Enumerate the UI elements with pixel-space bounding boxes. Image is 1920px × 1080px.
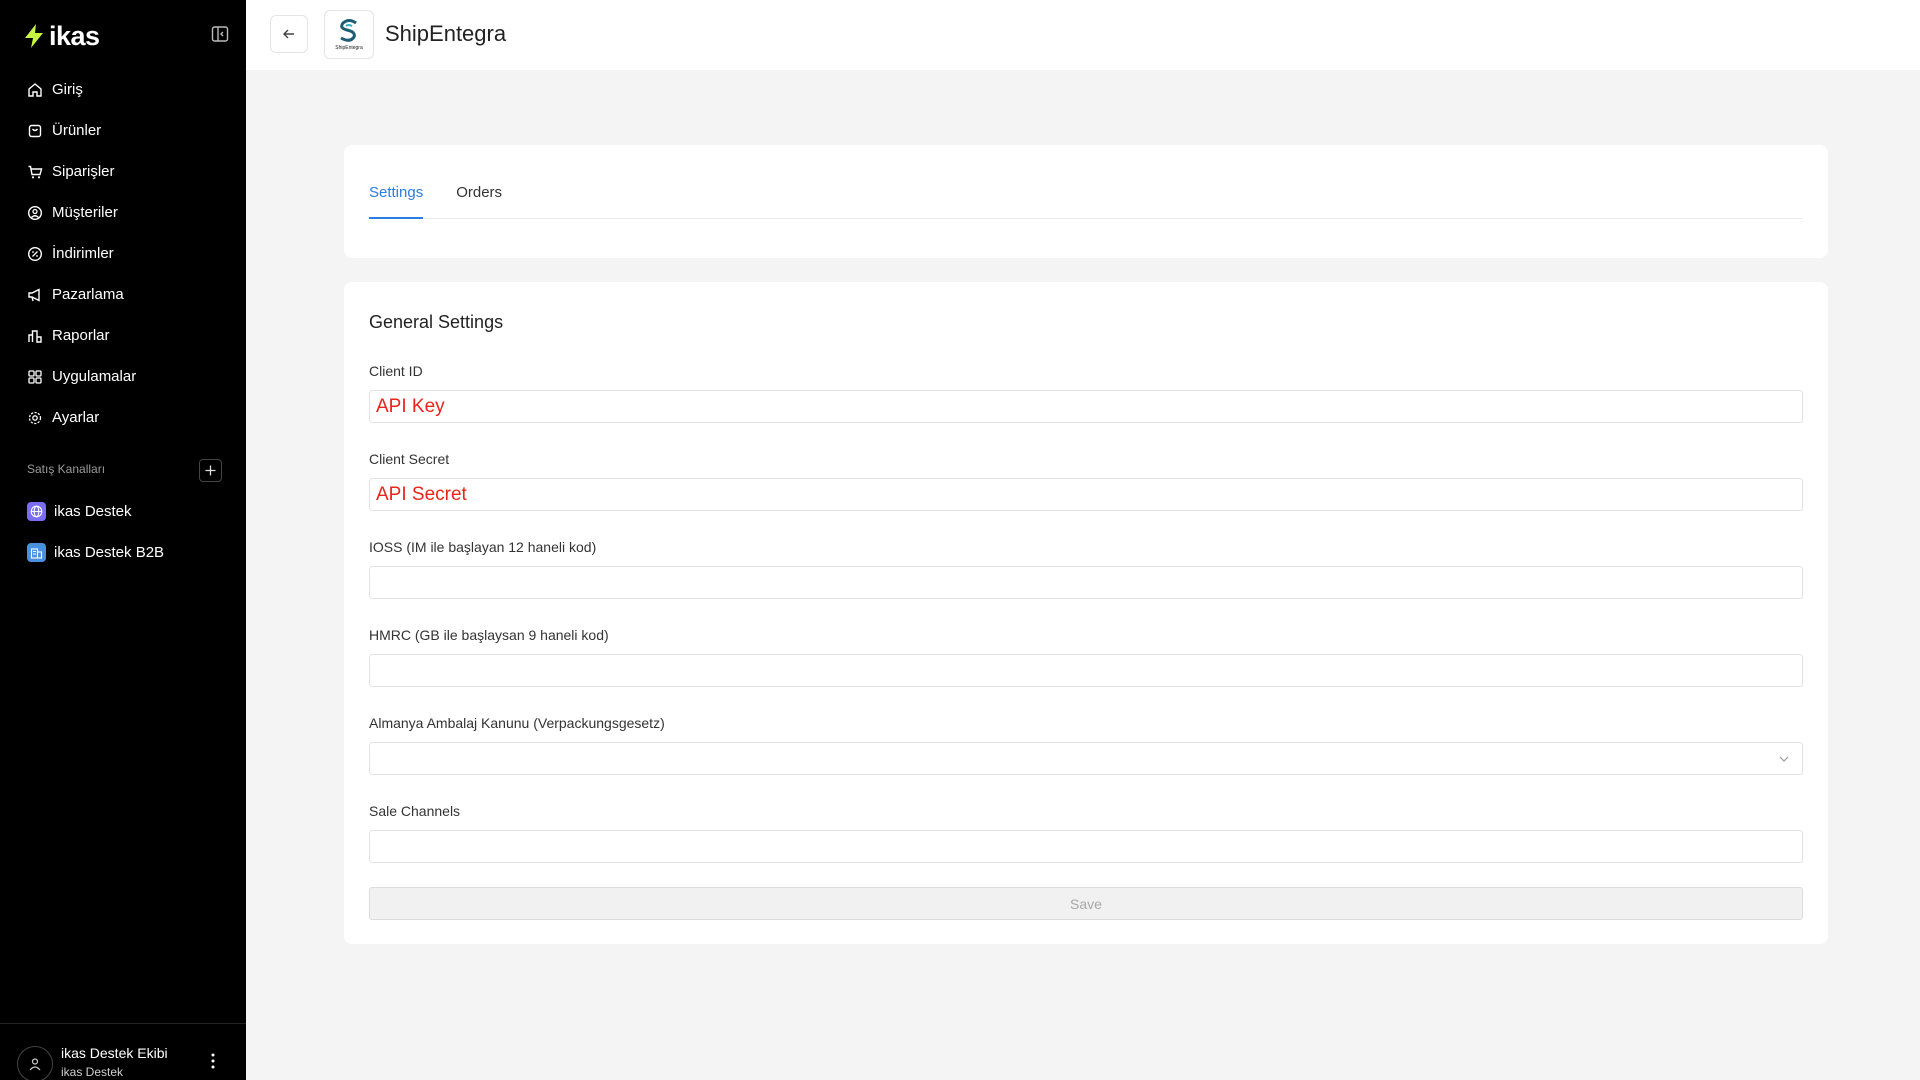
sidebar-item-musteriler[interactable]: Müşteriler [0,192,246,233]
channel-ikas-destek-b2b[interactable]: ikas Destek B2B [27,540,164,564]
cart-icon [28,165,43,178]
chevron-down-icon [1779,756,1789,762]
save-button[interactable]: Save [369,887,1803,920]
sidebar-item-urunler[interactable]: Ürünler [0,110,246,151]
section-title: General Settings [369,312,504,332]
bar-chart-icon [28,329,42,343]
grid-icon [28,369,42,384]
sidebar-item-label: Uygulamalar [52,368,137,385]
tab-settings[interactable]: Settings [369,183,424,219]
sidebar-item-label: Ayarlar [52,409,100,426]
avatar [17,1046,53,1080]
client-secret-input[interactable]: API Secret [369,478,1803,511]
verpackungsgesetz-label: Almanya Ambalaj Kanunu (Verpackungsgeset… [369,715,665,731]
channel-ikas-destek[interactable]: ikas Destek [27,499,132,523]
hmrc-input[interactable] [369,654,1803,687]
b2b-store-icon [27,542,46,562]
globe-icon [27,501,46,521]
logo-text: ikas [49,20,100,51]
sidebar-item-uygulamalar[interactable]: Uygulamalar [0,356,246,397]
client-id-label: Client ID [369,363,423,379]
sidebar: ikas Giriş Ürünler Siparişler Müşteriler… [0,0,246,1080]
sale-channels-input[interactable] [369,830,1803,863]
home-icon [28,82,42,97]
page-title: ShipEntegra [385,21,507,46]
sidebar-item-pazarlama[interactable]: Pazarlama [0,274,246,315]
sidebar-item-label: Siparişler [52,163,115,180]
sidebar-item-label: Pazarlama [52,286,124,303]
discount-icon [27,246,43,261]
client-id-input[interactable]: API Key [369,390,1803,423]
sidebar-nav: Giriş Ürünler Siparişler Müşteriler İndi… [0,69,246,438]
app-logo-text: ShipEntegra [335,45,363,51]
sidebar-item-ayarlar[interactable]: Ayarlar [0,397,246,438]
ikas-logo[interactable]: ikas [23,20,100,52]
channel-label: ikas Destek B2B [54,543,165,561]
channel-label: ikas Destek [54,502,132,520]
sidebar-item-siparisler[interactable]: Siparişler [0,151,246,192]
ioss-input[interactable] [369,566,1803,599]
sales-channels-title: Satış Kanalları [27,462,106,476]
page-header: ShipEntegra ShipEntegra [246,0,1920,70]
sidebar-item-giris[interactable]: Giriş [0,69,246,110]
add-channel-button[interactable] [199,459,222,482]
user-circle-icon [27,205,43,220]
arrow-left-icon [283,29,294,39]
more-vertical-icon[interactable] [205,1051,221,1071]
user-profile[interactable]: ikas Destek Ekibi ikas Destek [0,1023,246,1080]
sidebar-item-indirimler[interactable]: İndirimler [0,233,246,274]
sidebar-item-label: Müşteriler [52,204,118,221]
hmrc-label: HMRC (GB ile başlaysan 9 haneli kod) [369,627,609,643]
sidebar-item-raporlar[interactable]: Raporlar [0,315,246,356]
user-icon [29,1058,41,1071]
bolt-icon [25,24,43,48]
back-button[interactable] [270,15,308,53]
gear-icon [28,411,42,424]
verpackungsgesetz-select[interactable] [369,742,1803,775]
megaphone-icon [28,287,40,302]
tab-orders[interactable]: Orders [456,183,502,219]
shipentegra-logo-icon [340,19,357,42]
general-settings-card: General Settings Client ID API Key Clien… [344,282,1828,944]
user-store: ikas Destek [61,1065,124,1079]
app-logo: ShipEntegra [324,10,374,59]
user-name: ikas Destek Ekibi [61,1045,168,1061]
client-secret-label: Client Secret [369,451,450,467]
tabs-card: Settings Orders [344,145,1828,258]
sidebar-item-label: İndirimler [52,245,114,262]
sidebar-item-label: Raporlar [52,327,110,344]
tab-bar: Settings Orders [369,183,1803,219]
sidebar-item-label: Ürünler [52,122,102,139]
box-icon [28,124,42,137]
sidebar-item-label: Giriş [52,81,83,98]
sidebar-collapse-icon[interactable] [211,25,229,43]
plus-icon [205,465,216,476]
ioss-label: IOSS (IM ile başlayan 12 haneli kod) [369,539,597,555]
sale-channels-label: Sale Channels [369,803,461,819]
